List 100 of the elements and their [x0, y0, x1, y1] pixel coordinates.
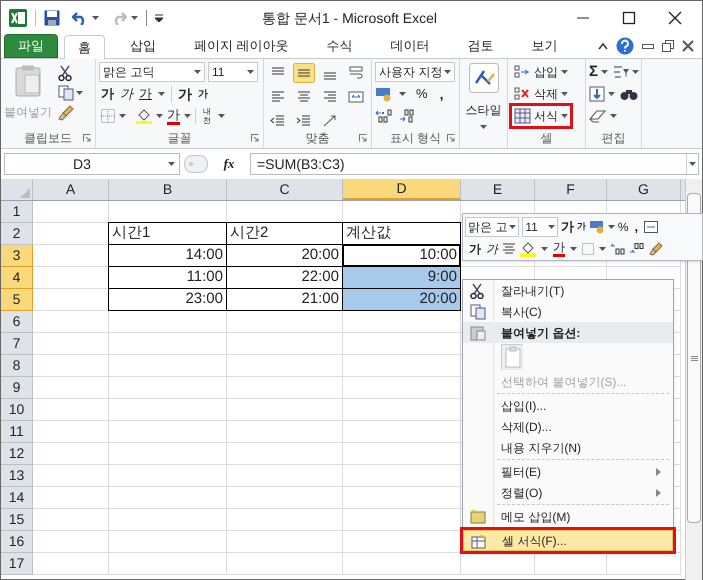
row-header[interactable]: 10 — [1, 399, 33, 421]
underline-button[interactable]: 가 — [139, 84, 152, 104]
caret-icon[interactable] — [632, 70, 640, 74]
currency-icon[interactable] — [588, 220, 605, 234]
ribbon-tab[interactable]: 검토 — [454, 34, 507, 58]
menu-item[interactable]: 정렬(O) — [463, 482, 673, 503]
grow-font-button[interactable]: 가 — [560, 217, 574, 237]
center-icon[interactable] — [503, 243, 515, 255]
number-format-dropdown[interactable]: 사용자 지정 — [375, 62, 455, 82]
customize-toolbar-icon[interactable] — [155, 14, 163, 22]
row-header[interactable]: 6 — [1, 311, 33, 333]
help-icon[interactable] — [616, 37, 634, 55]
cut-icon[interactable] — [58, 65, 72, 81]
caret-icon[interactable] — [168, 162, 175, 166]
close-window-icon[interactable] — [682, 40, 694, 52]
eraser-icon[interactable] — [589, 109, 607, 123]
column-header[interactable]: A — [33, 179, 109, 200]
caret-icon[interactable] — [92, 16, 99, 20]
font-name-dropdown[interactable]: 맑은 고 — [465, 217, 520, 237]
decrease-decimal-icon[interactable] — [630, 243, 644, 255]
comma-style-button[interactable]: , — [631, 217, 642, 237]
caret-icon[interactable] — [119, 114, 126, 118]
caret-icon[interactable] — [158, 92, 165, 96]
currency-icon[interactable] — [375, 86, 393, 102]
menu-item[interactable]: 셀 서식(F)... — [463, 530, 673, 551]
ribbon-tab[interactable]: 삽입 — [117, 34, 169, 58]
font-color-button[interactable]: 가 — [553, 241, 565, 257]
increase-decimal-icon[interactable] — [375, 108, 393, 124]
caret-icon[interactable] — [561, 70, 568, 74]
caret-icon[interactable] — [509, 224, 516, 230]
caret-icon[interactable] — [561, 92, 568, 96]
save-icon[interactable] — [44, 10, 60, 26]
percent-style-button[interactable]: % — [416, 84, 428, 104]
row-header[interactable]: 17 — [1, 553, 33, 575]
caret-icon[interactable] — [76, 90, 83, 96]
caret-icon[interactable] — [399, 92, 406, 96]
font-name-dropdown[interactable]: 맑은 고딕 — [99, 62, 205, 82]
increase-decimal-icon[interactable] — [611, 243, 625, 255]
fill-down-icon[interactable] — [589, 86, 605, 102]
column-header[interactable]: D — [343, 179, 461, 200]
ribbon-tab[interactable]: 페이지 레이아웃 — [181, 34, 302, 58]
caret-icon[interactable] — [444, 70, 451, 74]
merge-center-icon[interactable] — [644, 220, 658, 234]
row-header[interactable]: 7 — [1, 333, 33, 355]
ribbon-tab[interactable]: 데이터 — [378, 34, 443, 58]
caret-icon[interactable] — [218, 114, 225, 118]
menu-item[interactable]: 내용 지우기(N) — [463, 437, 673, 458]
caret-icon[interactable] — [608, 92, 615, 96]
caret-icon[interactable] — [184, 114, 191, 118]
styles-button[interactable]: 스타일 — [466, 63, 502, 119]
row-header[interactable]: 16 — [1, 531, 33, 553]
comma-style-button[interactable]: , — [440, 84, 444, 104]
bold-button[interactable]: 가 — [101, 84, 114, 104]
ribbon-tab[interactable]: 수식 — [314, 34, 366, 58]
cells-menu-button[interactable]: 삽입 — [511, 61, 571, 83]
cells-menu-button[interactable]: 서식 — [511, 105, 571, 127]
caret-icon[interactable] — [247, 70, 254, 74]
caret-icon[interactable] — [561, 114, 568, 118]
row-header[interactable]: 14 — [1, 487, 33, 509]
caret-icon[interactable] — [541, 246, 548, 252]
column-header[interactable]: F — [535, 179, 607, 200]
formula-input[interactable]: =SUM(B3:C3) — [250, 153, 699, 175]
caret-icon[interactable] — [599, 246, 606, 252]
formula-bar-handle-icon[interactable] — [184, 153, 208, 175]
caret-icon[interactable] — [548, 224, 555, 230]
caret-icon[interactable] — [131, 16, 138, 20]
shrink-font-button[interactable]: 가 — [198, 86, 208, 102]
font-size-dropdown[interactable]: 11 — [208, 62, 258, 82]
sort-filter-icon[interactable] — [613, 64, 630, 80]
row-header[interactable]: 12 — [1, 443, 33, 465]
dialog-launcher-icon[interactable] — [83, 134, 91, 142]
caret-icon[interactable] — [480, 125, 487, 130]
row-header[interactable]: 11 — [1, 421, 33, 443]
row-header[interactable]: 5 — [1, 289, 33, 311]
menu-item[interactable]: 메모 삽입(M) — [463, 506, 673, 527]
column-header[interactable]: G — [607, 179, 681, 200]
row-header[interactable]: 13 — [1, 465, 33, 487]
collapse-ribbon-icon[interactable] — [598, 42, 608, 50]
row-header[interactable]: 3 — [1, 245, 33, 267]
middle-align-icon[interactable] — [293, 63, 315, 83]
caret-icon[interactable] — [601, 70, 608, 74]
caret-icon[interactable] — [689, 162, 696, 166]
percent-style-button[interactable]: % — [618, 218, 628, 236]
minimize-window-icon[interactable] — [642, 41, 654, 51]
column-header[interactable]: E — [461, 179, 535, 200]
restore-window-icon[interactable] — [662, 40, 674, 52]
menu-item[interactable]: 필터(E) — [463, 461, 673, 482]
dialog-launcher-icon[interactable] — [359, 134, 367, 142]
caret-icon[interactable] — [194, 70, 201, 74]
row-header[interactable]: 4 — [1, 267, 33, 289]
dialog-launcher-icon[interactable] — [251, 134, 259, 142]
row-header[interactable]: 8 — [1, 355, 33, 377]
italic-button[interactable]: 가 — [486, 240, 498, 258]
menu-item[interactable]: 삽입(I)... — [463, 395, 673, 416]
caret-icon[interactable] — [570, 246, 577, 252]
name-box[interactable]: D3 — [4, 153, 180, 175]
row-header[interactable]: 15 — [1, 509, 33, 531]
menu-item[interactable]: 잘라내기(T) — [463, 280, 673, 301]
row-header[interactable]: 9 — [1, 377, 33, 399]
caret-icon[interactable] — [608, 224, 615, 230]
